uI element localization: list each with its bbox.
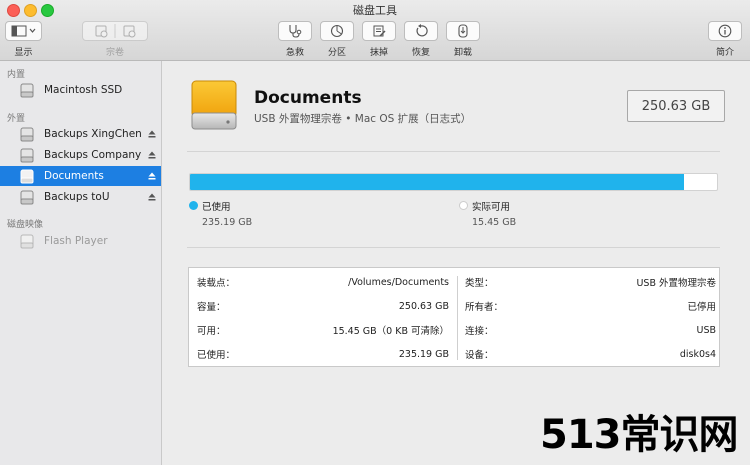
volume-buttons[interactable]: [82, 21, 148, 41]
sidebar-section-external: 外置: [7, 114, 26, 124]
eject-icon[interactable]: [148, 172, 156, 180]
volume-name: Documents: [254, 88, 362, 108]
usage-bar: [189, 173, 718, 191]
free-legend-value: 15.45 GB: [472, 217, 517, 228]
volume-size-badge: 250.63 GB: [627, 90, 725, 122]
sidebar-section-internal: 内置: [7, 70, 26, 80]
stethoscope-icon: [289, 25, 302, 38]
first-aid-button[interactable]: [278, 21, 312, 41]
first-aid-label: 急救: [285, 48, 304, 58]
unmount-label: 卸载: [453, 48, 472, 58]
watermark-text: 513常识网: [540, 412, 738, 458]
info-key: 容量：: [197, 302, 226, 313]
info-column-divider: [457, 276, 458, 360]
sidebar-section-disk-images: 磁盘映像: [7, 220, 44, 230]
info-key: 设备：: [465, 350, 494, 361]
info-key: 已使用：: [197, 350, 236, 361]
external-disk-icon: [20, 190, 34, 204]
unmount-button[interactable]: [446, 21, 480, 41]
volume-subtitle: USB 外置物理宗卷 • Mac OS 扩展（日志式）: [254, 113, 472, 125]
restore-icon: [416, 24, 428, 37]
sidebar: 内置 Macintosh SSD 外置 Backups XingChen Bac…: [0, 61, 162, 465]
info-key: 连接：: [465, 326, 494, 337]
sidebar-item-label: Flash Player: [44, 235, 108, 247]
sidebar-item-backups-company[interactable]: Backups Company: [0, 145, 161, 165]
volume-info-table: 装载点： /Volumes/Documents 容量： 250.63 GB 可用…: [188, 267, 720, 367]
eject-icon[interactable]: [148, 193, 156, 201]
erase-label: 抹掉: [369, 48, 388, 58]
sidebar-item-label: Backups toU: [44, 191, 110, 203]
info-row-used: 已使用： 235.19 GB: [197, 342, 449, 366]
info-value: disk0s4: [679, 348, 716, 360]
sidebar-item-macintosh-ssd[interactable]: Macintosh SSD: [0, 80, 161, 100]
header-divider: [187, 151, 720, 152]
volume-add-remove-icon: [95, 24, 136, 38]
info-value: 15.45 GB（0 KB 可清除）: [332, 326, 449, 337]
unmount-icon: [458, 24, 468, 38]
eject-icon[interactable]: [148, 151, 156, 159]
free-legend-dot: [459, 201, 468, 210]
info-button[interactable]: [708, 21, 742, 41]
volume-disk-icon: [191, 80, 237, 130]
used-legend-dot: [189, 201, 198, 210]
partition-icon: [330, 24, 344, 38]
usage-divider: [187, 247, 720, 248]
external-disk-icon: [20, 169, 34, 183]
external-disk-icon: [20, 148, 34, 162]
erase-button[interactable]: [362, 21, 396, 41]
internal-disk-icon: [20, 83, 34, 97]
partition-label: 分区: [327, 48, 346, 58]
volume-label: 宗卷: [105, 48, 124, 58]
restore-button[interactable]: [404, 21, 438, 41]
eject-icon[interactable]: [148, 130, 156, 138]
disk-image-icon: [20, 234, 34, 248]
info-icon: [718, 24, 732, 38]
info-row-device: 设备： disk0s4: [465, 342, 716, 366]
info-key: 类型：: [465, 278, 494, 289]
info-value: USB: [696, 324, 716, 336]
info-key: 装载点：: [197, 278, 236, 289]
disk-utility-window: 磁盘工具 显示 宗卷 急救 分区 抹掉 恢复 卸载 简介 内置 Macintos…: [0, 0, 750, 465]
show-label: 显示: [14, 48, 33, 58]
info-key: 所有者：: [465, 302, 504, 313]
sidebar-item-documents[interactable]: Documents: [0, 166, 161, 186]
info-row-capacity: 容量： 250.63 GB: [197, 294, 449, 318]
sidebar-item-flash-player[interactable]: Flash Player: [0, 231, 161, 251]
info-key: 可用：: [197, 326, 226, 337]
usage-bar-used: [190, 174, 685, 190]
show-sidebar-button[interactable]: [5, 21, 42, 41]
info-row-mount-point: 装载点： /Volumes/Documents: [197, 270, 449, 294]
info-row-type: 类型： USB 外置物理宗卷: [465, 270, 716, 294]
info-label: 简介: [715, 48, 734, 58]
sidebar-toggle-icon: [11, 25, 35, 37]
info-value: USB 外置物理宗卷: [636, 278, 716, 289]
external-disk-icon: [20, 127, 34, 141]
toolbar: 磁盘工具 显示 宗卷 急救 分区 抹掉 恢复 卸载 简介: [0, 0, 750, 61]
sidebar-item-label: Backups XingChen: [44, 128, 142, 140]
sidebar-item-backups-xingchen[interactable]: Backups XingChen: [0, 124, 161, 144]
erase-icon: [373, 25, 386, 37]
info-value: 250.63 GB: [398, 300, 449, 312]
info-value: 已停用: [687, 302, 716, 313]
info-row-connection: 连接： USB: [465, 318, 716, 342]
info-value: /Volumes/Documents: [348, 276, 449, 288]
window-title: 磁盘工具: [353, 4, 397, 17]
restore-label: 恢复: [411, 48, 430, 58]
sidebar-item-label: Backups Company: [44, 149, 142, 161]
partition-button[interactable]: [320, 21, 354, 41]
used-legend-value: 235.19 GB: [202, 217, 253, 228]
info-row-owners: 所有者： 已停用: [465, 294, 716, 318]
info-row-available: 可用： 15.45 GB（0 KB 可清除）: [197, 318, 449, 342]
info-value: 235.19 GB: [398, 348, 449, 360]
sidebar-item-label: Documents: [44, 170, 104, 182]
sidebar-item-label: Macintosh SSD: [44, 84, 123, 96]
used-legend-label: 已使用: [202, 202, 231, 213]
sidebar-item-backups-tou[interactable]: Backups toU: [0, 187, 161, 207]
free-legend-label: 实际可用: [472, 202, 511, 213]
